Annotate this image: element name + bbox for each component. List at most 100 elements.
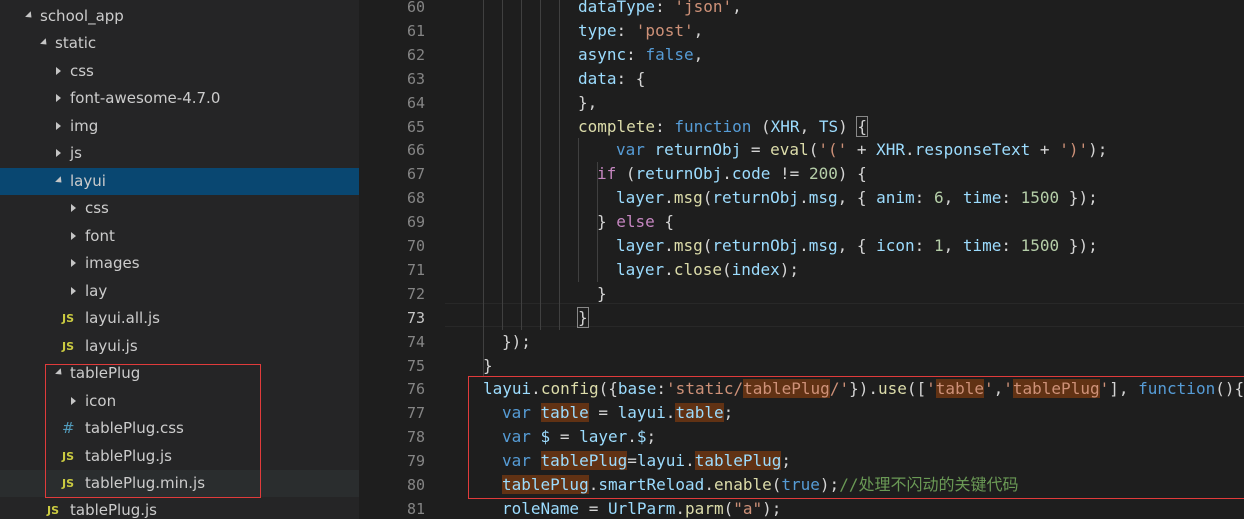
tree-file[interactable]: JS tablePlug.js [0,497,359,519]
indent-guide [540,0,541,330]
code-line[interactable]: type: 'post', [578,19,703,43]
tree-folder[interactable]: img [0,113,359,140]
code-line[interactable]: tablePlug.smartReload.enable(true);//处理不… [502,473,1018,497]
code-line[interactable]: var tablePlug=layui.tablePlug; [502,449,791,473]
code-token: layer [616,236,665,255]
code-token: ; [781,451,792,471]
tree-folder[interactable]: school_app [0,3,359,30]
tree-folder[interactable]: css [0,58,359,85]
code-token: base [617,379,657,399]
code-line[interactable]: } [483,354,493,378]
code-line[interactable]: layer.msg(returnObj.msg, { anim: 6, time… [616,186,1098,210]
tree-file[interactable]: # tablePlug.css [0,415,359,442]
code-token: ( [616,164,636,184]
tree-folder[interactable]: icon [0,388,359,415]
code-line[interactable]: } [597,282,607,306]
code-line[interactable]: roleName = UrlParm.parm("a"); [502,497,781,519]
code-line[interactable]: dataType: 'json', [578,0,742,19]
code-line[interactable]: } [577,306,589,330]
code-line[interactable]: layui.config({base:'static/tablePlug/'})… [483,377,1244,401]
code-token: tablePlug [540,451,628,471]
code-line[interactable]: layer.close(index); [616,258,799,282]
js-file-icon: JS [62,340,75,353]
code-token: function [1138,379,1216,399]
code-line[interactable]: } else { [597,210,674,234]
code-token: 6 [933,188,944,208]
code-token: ; [723,403,734,423]
code-token: : [914,188,934,208]
chevron-right-icon[interactable] [68,388,80,415]
tree-file[interactable]: JS layui.all.js [0,305,359,332]
tree-folder[interactable]: layui [0,168,359,195]
code-area[interactable]: dataType: 'json', type: 'post', async: fal… [445,0,1244,519]
tree-folder[interactable]: tablePlug [0,360,359,387]
tree-folder[interactable]: css [0,195,359,222]
chevron-right-icon[interactable] [68,250,80,277]
code-token: ) { [837,164,867,184]
chevron-right-icon[interactable] [68,195,80,222]
chevron-right-icon[interactable] [53,113,65,140]
code-token: if [597,164,617,184]
code-token: returnObj [712,188,800,208]
line-number: 73 [406,308,425,327]
tree-folder[interactable]: js [0,140,359,167]
tree-file[interactable]: JS tablePlug.min.js [0,470,359,497]
code-token: anim [876,188,915,208]
chevron-down-icon[interactable] [53,360,65,387]
chevron-down-icon[interactable] [23,3,35,30]
tree-file[interactable]: JS layui.js [0,333,359,360]
tree-item-label: css [85,199,109,217]
code-token: var [502,451,531,471]
tree-folder[interactable]: static [0,30,359,57]
chevron-right-icon[interactable] [53,140,65,167]
code-editor[interactable]: 60 61 62 63 64 65 66 67 68 69 70 71 72 73 74 75 76 77 78 79… [359,0,1244,519]
code-line[interactable]: complete: function (XHR, TS) { [578,115,868,139]
code-line[interactable]: var $ = layer.$; [502,425,656,449]
tree-item-label: js [70,144,82,162]
code-token: var [502,403,531,423]
code-token: : [655,0,675,16]
code-token: : [1001,236,1021,255]
line-number: 61 [406,21,425,40]
code-line[interactable]: var table = layui.table; [502,401,733,425]
js-file-icon: JS [62,312,75,325]
code-line[interactable]: data: { [578,67,645,91]
tree-file[interactable]: JS tablePlug.js [0,443,359,470]
code-token: index [731,259,780,279]
tree-folder[interactable]: font-awesome-4.7.0 [0,85,359,112]
code-line[interactable]: layer.msg(returnObj.msg, { icon: 1, time… [616,234,1098,258]
tree-folder[interactable]: font [0,223,359,250]
code-token: , { [837,236,877,255]
code-token: . [665,403,676,423]
chevron-right-icon[interactable] [68,223,80,250]
code-line[interactable]: if (returnObj.code != 200) { [597,162,867,186]
tree-folder[interactable]: images [0,250,359,277]
code-token: , { [837,188,877,208]
js-file-icon: JS [62,477,75,490]
code-token: config [540,379,599,399]
tree-folder[interactable]: lay [0,278,359,305]
tree-item-label: layui [70,172,106,190]
chevron-down-icon[interactable] [38,30,50,57]
chevron-right-icon[interactable] [68,278,80,305]
code-token: } [597,283,607,303]
code-token: . [799,236,809,255]
code-token: , [693,44,704,64]
code-line[interactable]: var returnObj = eval('(' + XHR.responseT… [616,138,1107,162]
code-line[interactable]: }, [578,91,597,115]
code-token: roleName [502,498,580,518]
code-line[interactable]: }); [502,330,531,354]
code-token: . [627,427,637,447]
chevron-right-icon[interactable] [53,85,65,112]
line-number: 74 [406,332,425,351]
indent-guide [521,0,522,330]
chevron-right-icon[interactable] [53,58,65,85]
js-file-icon: JS [62,450,75,463]
code-line[interactable]: async: false, [578,43,703,67]
chevron-down-icon[interactable] [53,168,65,195]
tree-item-label: lay [85,282,108,300]
tree-item-label: css [70,62,94,80]
code-token: . [664,236,674,255]
code-token: : [616,20,636,40]
code-token: time [962,236,1002,255]
